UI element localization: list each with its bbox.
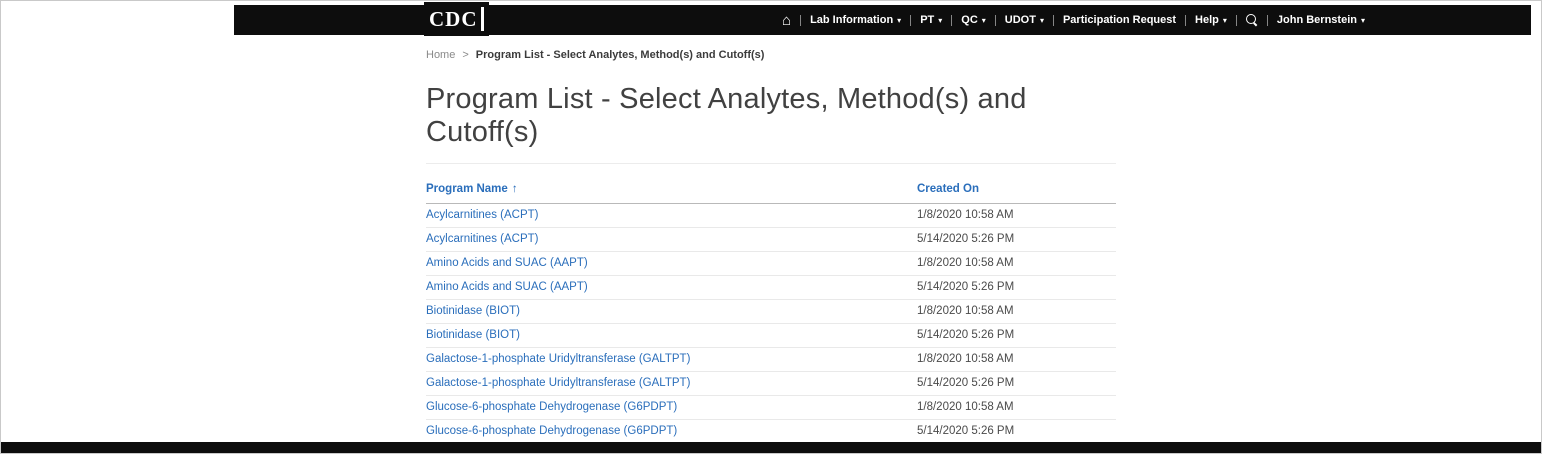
nav-separator bbox=[1053, 15, 1054, 26]
main-content: Home > Program List - Select Analytes, M… bbox=[426, 49, 1116, 454]
nav-item-help[interactable]: Help ▾ bbox=[1195, 14, 1227, 26]
table-row: Glucose-6-phosphate Dehydrogenase (G6PDP… bbox=[426, 396, 1116, 420]
nav-item-qc[interactable]: QC ▾ bbox=[961, 14, 986, 26]
program-link[interactable]: Galactose-1-phosphate Uridyltransferase … bbox=[426, 353, 690, 365]
page-footer bbox=[1, 442, 1541, 453]
page-title: Program List - Select Analytes, Method(s… bbox=[426, 83, 1116, 164]
created-on-value: 5/14/2020 5:26 PM bbox=[917, 233, 1116, 245]
program-link[interactable]: Glucose-6-phosphate Dehydrogenase (G6PDP… bbox=[426, 401, 677, 413]
table-row: Acylcarnitines (ACPT) 5/14/2020 5:26 PM bbox=[426, 228, 1116, 252]
portal-page: ⌂ Lab Information ▾ PT ▾ QC ▾ UDOT ▾ Partici… bbox=[0, 0, 1542, 454]
created-on-value: 5/14/2020 5:26 PM bbox=[917, 281, 1116, 293]
nav-item-participation-request[interactable]: Participation Request bbox=[1063, 14, 1176, 26]
table-row: Acylcarnitines (ACPT) 1/8/2020 10:58 AM bbox=[426, 204, 1116, 228]
nav-item-label: Lab Information bbox=[810, 14, 893, 26]
created-on-value: 1/8/2020 10:58 AM bbox=[917, 257, 1116, 269]
created-on-value: 1/8/2020 10:58 AM bbox=[917, 209, 1116, 221]
nav-item-pt[interactable]: PT ▾ bbox=[920, 14, 942, 26]
nav-item-label: Help bbox=[1195, 14, 1219, 26]
table-header-row: Program Name ↑ Created On bbox=[426, 178, 1116, 204]
nav-separator bbox=[800, 15, 801, 26]
nav-item-label: UDOT bbox=[1005, 14, 1036, 26]
table-row: Glucose-6-phosphate Dehydrogenase (G6PDP… bbox=[426, 420, 1116, 444]
program-link[interactable]: Glucose-6-phosphate Dehydrogenase (G6PDP… bbox=[426, 425, 677, 437]
table-row: Amino Acids and SUAC (AAPT) 5/14/2020 5:… bbox=[426, 276, 1116, 300]
chevron-down-icon: ▾ bbox=[897, 16, 901, 25]
table-row: Galactose-1-phosphate Uridyltransferase … bbox=[426, 348, 1116, 372]
created-on-value: 5/14/2020 5:26 PM bbox=[917, 425, 1116, 437]
nav-item-udot[interactable]: UDOT ▾ bbox=[1005, 14, 1044, 26]
search-button[interactable] bbox=[1246, 14, 1258, 26]
nav-separator bbox=[995, 15, 996, 26]
program-list-table: Program Name ↑ Created On Acylcarnitines … bbox=[426, 178, 1116, 444]
chevron-down-icon: ▾ bbox=[1223, 16, 1227, 25]
user-menu[interactable]: John Bernstein ▾ bbox=[1277, 14, 1365, 26]
nav-menu: ⌂ Lab Information ▾ PT ▾ QC ▾ UDOT ▾ Partici… bbox=[782, 5, 1365, 35]
nav-item-label: Participation Request bbox=[1063, 14, 1176, 26]
chevron-down-icon: ▾ bbox=[1361, 16, 1365, 25]
table-row: Amino Acids and SUAC (AAPT) 1/8/2020 10:… bbox=[426, 252, 1116, 276]
created-on-value: 1/8/2020 10:58 AM bbox=[917, 353, 1116, 365]
breadcrumb-separator: > bbox=[462, 49, 468, 61]
created-on-value: 5/14/2020 5:26 PM bbox=[917, 329, 1116, 341]
cdc-logo[interactable]: CDC bbox=[424, 2, 489, 36]
program-link[interactable]: Acylcarnitines (ACPT) bbox=[426, 209, 538, 221]
breadcrumb-current: Program List - Select Analytes, Method(s… bbox=[476, 49, 765, 61]
nav-separator bbox=[1236, 15, 1237, 26]
home-icon: ⌂ bbox=[782, 13, 791, 28]
nav-item-label: PT bbox=[920, 14, 934, 26]
column-header-label: Created On bbox=[917, 183, 979, 195]
nav-separator bbox=[910, 15, 911, 26]
column-header-label: Program Name bbox=[426, 183, 508, 195]
program-link[interactable]: Amino Acids and SUAC (AAPT) bbox=[426, 281, 588, 293]
search-icon bbox=[1246, 14, 1258, 26]
chevron-down-icon: ▾ bbox=[1040, 16, 1044, 25]
nav-item-lab-information[interactable]: Lab Information ▾ bbox=[810, 14, 901, 26]
nav-separator bbox=[1267, 15, 1268, 26]
program-link[interactable]: Biotinidase (BIOT) bbox=[426, 329, 520, 341]
home-link[interactable]: ⌂ bbox=[782, 13, 791, 28]
program-link[interactable]: Acylcarnitines (ACPT) bbox=[426, 233, 538, 245]
column-header-created-on[interactable]: Created On bbox=[917, 183, 1116, 195]
column-header-program-name[interactable]: Program Name ↑ bbox=[426, 183, 917, 195]
chevron-down-icon: ▾ bbox=[982, 16, 986, 25]
breadcrumb-home-link[interactable]: Home bbox=[426, 49, 455, 61]
table-row: Biotinidase (BIOT) 1/8/2020 10:58 AM bbox=[426, 300, 1116, 324]
nav-item-label: QC bbox=[961, 14, 978, 26]
chevron-down-icon: ▾ bbox=[938, 16, 942, 25]
sort-ascending-icon: ↑ bbox=[512, 183, 518, 195]
program-link[interactable]: Galactose-1-phosphate Uridyltransferase … bbox=[426, 377, 690, 389]
breadcrumb: Home > Program List - Select Analytes, M… bbox=[426, 49, 1116, 61]
table-row: Biotinidase (BIOT) 5/14/2020 5:26 PM bbox=[426, 324, 1116, 348]
created-on-value: 1/8/2020 10:58 AM bbox=[917, 305, 1116, 317]
nav-separator bbox=[951, 15, 952, 26]
table-row: Galactose-1-phosphate Uridyltransferase … bbox=[426, 372, 1116, 396]
program-link[interactable]: Amino Acids and SUAC (AAPT) bbox=[426, 257, 588, 269]
nav-separator bbox=[1185, 15, 1186, 26]
created-on-value: 1/8/2020 10:58 AM bbox=[917, 401, 1116, 413]
created-on-value: 5/14/2020 5:26 PM bbox=[917, 377, 1116, 389]
cdc-logo-bar bbox=[481, 7, 484, 31]
program-link[interactable]: Biotinidase (BIOT) bbox=[426, 305, 520, 317]
cdc-logo-text: CDC bbox=[429, 7, 478, 32]
user-name-label: John Bernstein bbox=[1277, 14, 1357, 26]
